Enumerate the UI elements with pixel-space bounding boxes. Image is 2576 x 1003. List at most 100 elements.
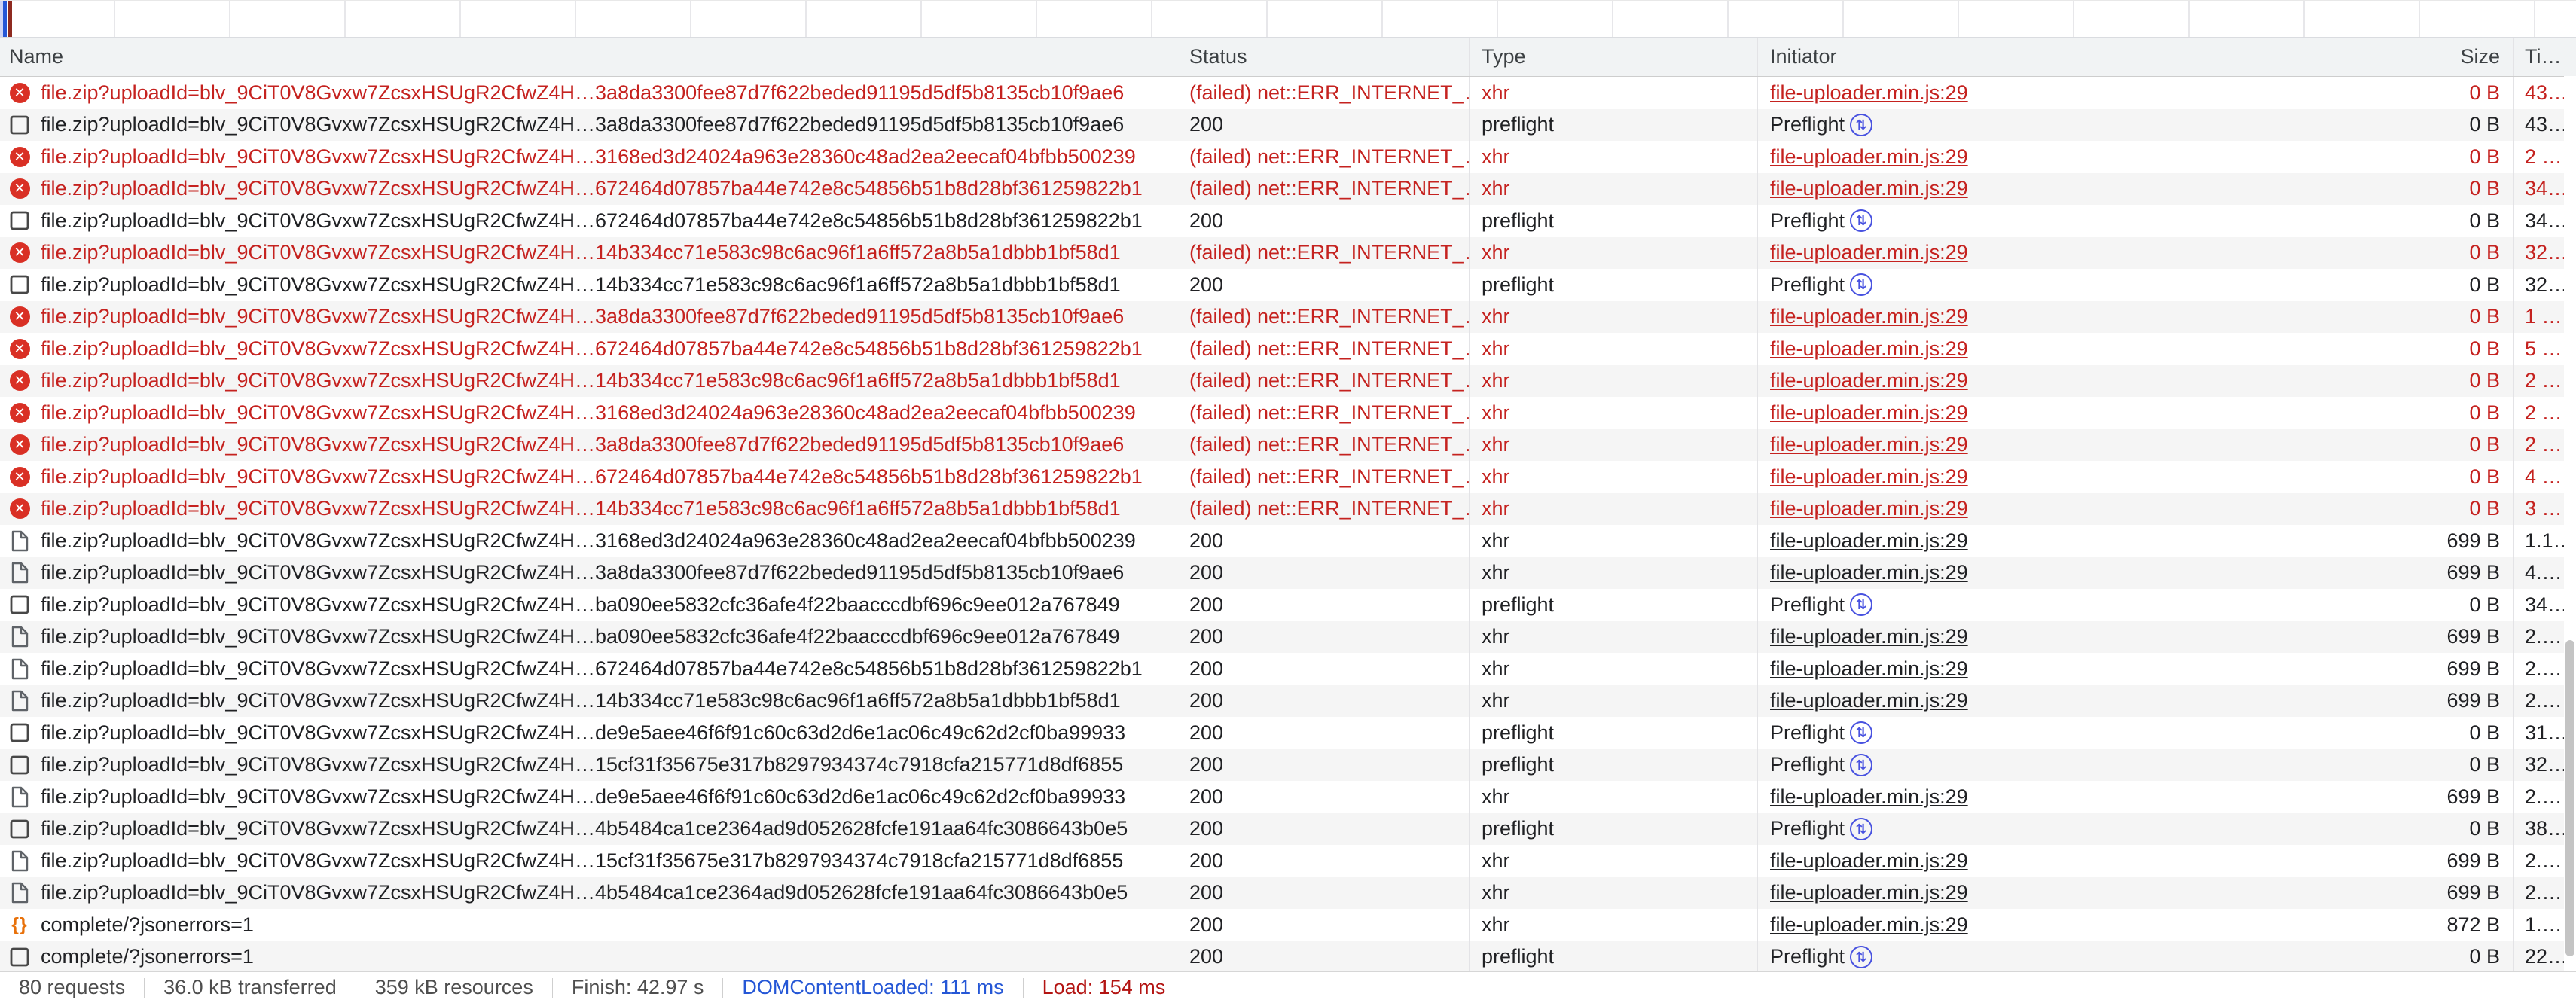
request-row[interactable]: ✕file.zip?uploadId=blv_9CiT0V8Gvxw7ZcsxH… — [0, 141, 2576, 173]
status-cell: 200 — [1177, 269, 1470, 301]
request-name: file.zip?uploadId=blv_9CiT0V8Gvxw7ZcsxHS… — [41, 81, 1124, 105]
request-name: file.zip?uploadId=blv_9CiT0V8Gvxw7ZcsxHS… — [41, 401, 1136, 425]
dcl-event-line — [3, 1, 7, 37]
network-overview-timeline[interactable] — [0, 0, 2576, 38]
scrollbar-thumb[interactable] — [2565, 640, 2574, 956]
initiator-link[interactable]: file-uploader.min.js:29 — [1770, 561, 1968, 584]
initiator-link[interactable]: file-uploader.min.js:29 — [1770, 881, 1968, 904]
preflight-icon[interactable]: ⇅ — [1850, 946, 1872, 968]
initiator-link[interactable]: file-uploader.min.js:29 — [1770, 785, 1968, 809]
initiator-cell: file-uploader.min.js:29 — [1758, 301, 2227, 334]
time-cell: 32… — [2514, 237, 2564, 270]
request-row[interactable]: ✕file.zip?uploadId=blv_9CiT0V8Gvxw7ZcsxH… — [0, 237, 2576, 270]
initiator-link[interactable]: file-uploader.min.js:29 — [1770, 625, 1968, 648]
preflight-icon[interactable]: ⇅ — [1850, 754, 1872, 776]
request-row[interactable]: ✕file.zip?uploadId=blv_9CiT0V8Gvxw7ZcsxH… — [0, 429, 2576, 462]
status-cell: 200 — [1177, 653, 1470, 685]
request-name: file.zip?uploadId=blv_9CiT0V8Gvxw7ZcsxHS… — [41, 849, 1123, 873]
request-row[interactable]: file.zip?uploadId=blv_9CiT0V8Gvxw7ZcsxHS… — [0, 557, 2576, 590]
column-header-initiator[interactable]: Initiator — [1758, 38, 2227, 76]
request-row[interactable]: ✕file.zip?uploadId=blv_9CiT0V8Gvxw7ZcsxH… — [0, 461, 2576, 493]
initiator-cell: file-uploader.min.js:29 — [1758, 909, 2227, 941]
initiator-link[interactable]: file-uploader.min.js:29 — [1770, 497, 1968, 520]
column-header-time[interactable]: Ti… — [2514, 38, 2564, 76]
initiator-cell: file-uploader.min.js:29 — [1758, 141, 2227, 173]
request-row[interactable]: file.zip?uploadId=blv_9CiT0V8Gvxw7ZcsxHS… — [0, 877, 2576, 910]
column-header-size[interactable]: Size — [2227, 38, 2514, 76]
request-row[interactable]: file.zip?uploadId=blv_9CiT0V8Gvxw7ZcsxHS… — [0, 109, 2576, 142]
preflight-icon[interactable]: ⇅ — [1850, 818, 1872, 840]
initiator-link[interactable]: file-uploader.min.js:29 — [1770, 369, 1968, 392]
request-row[interactable]: file.zip?uploadId=blv_9CiT0V8Gvxw7ZcsxHS… — [0, 525, 2576, 557]
initiator-link[interactable]: file-uploader.min.js:29 — [1770, 529, 1968, 553]
request-row[interactable]: ✕file.zip?uploadId=blv_9CiT0V8Gvxw7ZcsxH… — [0, 301, 2576, 334]
initiator-link[interactable]: file-uploader.min.js:29 — [1770, 657, 1968, 681]
name-cell: ✕file.zip?uploadId=blv_9CiT0V8Gvxw7ZcsxH… — [0, 141, 1177, 173]
type-cell: xhr — [1470, 173, 1758, 206]
initiator-link[interactable]: file-uploader.min.js:29 — [1770, 305, 1968, 328]
request-row[interactable]: file.zip?uploadId=blv_9CiT0V8Gvxw7ZcsxHS… — [0, 205, 2576, 237]
preflight-request-icon — [9, 723, 30, 742]
preflight-icon[interactable]: ⇅ — [1850, 593, 1872, 616]
request-row[interactable]: {}complete/?jsonerrors=1200xhrfile-uploa… — [0, 909, 2576, 941]
request-row[interactable]: file.zip?uploadId=blv_9CiT0V8Gvxw7ZcsxHS… — [0, 653, 2576, 685]
request-row[interactable]: file.zip?uploadId=blv_9CiT0V8Gvxw7ZcsxHS… — [0, 749, 2576, 782]
initiator-link[interactable]: file-uploader.min.js:29 — [1770, 913, 1968, 937]
initiator-link[interactable]: file-uploader.min.js:29 — [1770, 849, 1968, 873]
preflight-icon[interactable]: ⇅ — [1850, 721, 1872, 744]
initiator-cell: file-uploader.min.js:29 — [1758, 77, 2227, 109]
column-header-type[interactable]: Type — [1470, 38, 1758, 76]
initiator-link[interactable]: file-uploader.min.js:29 — [1770, 465, 1968, 489]
name-cell: ✕file.zip?uploadId=blv_9CiT0V8Gvxw7ZcsxH… — [0, 333, 1177, 365]
failed-icon: ✕ — [9, 306, 30, 327]
request-row[interactable]: ✕file.zip?uploadId=blv_9CiT0V8Gvxw7ZcsxH… — [0, 173, 2576, 206]
failed-icon: ✕ — [9, 467, 30, 487]
size-cell: 0 B — [2227, 269, 2514, 301]
request-row[interactable]: file.zip?uploadId=blv_9CiT0V8Gvxw7ZcsxHS… — [0, 717, 2576, 749]
preflight-icon[interactable]: ⇅ — [1850, 209, 1872, 232]
time-cell: 2 … — [2514, 397, 2564, 429]
size-cell: 0 B — [2227, 813, 2514, 846]
initiator-link[interactable]: file-uploader.min.js:29 — [1770, 241, 1968, 264]
request-row[interactable]: complete/?jsonerrors=1200preflightPrefli… — [0, 941, 2576, 974]
initiator-cell: file-uploader.min.js:29 — [1758, 461, 2227, 493]
request-row[interactable]: file.zip?uploadId=blv_9CiT0V8Gvxw7ZcsxHS… — [0, 269, 2576, 301]
request-row[interactable]: ✕file.zip?uploadId=blv_9CiT0V8Gvxw7ZcsxH… — [0, 493, 2576, 526]
preflight-icon[interactable]: ⇅ — [1850, 114, 1872, 136]
size-cell: 0 B — [2227, 205, 2514, 237]
preflight-icon[interactable]: ⇅ — [1850, 273, 1872, 296]
column-header-status[interactable]: Status — [1177, 38, 1470, 76]
request-name: file.zip?uploadId=blv_9CiT0V8Gvxw7ZcsxHS… — [41, 689, 1121, 712]
name-cell: {}complete/?jsonerrors=1 — [0, 909, 1177, 941]
initiator-cell: file-uploader.min.js:29 — [1758, 877, 2227, 910]
initiator-link[interactable]: file-uploader.min.js:29 — [1770, 433, 1968, 456]
request-name: file.zip?uploadId=blv_9CiT0V8Gvxw7ZcsxHS… — [41, 209, 1143, 233]
status-cell: 200 — [1177, 909, 1470, 941]
request-name: file.zip?uploadId=blv_9CiT0V8Gvxw7ZcsxHS… — [41, 625, 1120, 648]
initiator-link[interactable]: file-uploader.min.js:29 — [1770, 145, 1968, 169]
type-cell: preflight — [1470, 205, 1758, 237]
request-row[interactable]: file.zip?uploadId=blv_9CiT0V8Gvxw7ZcsxHS… — [0, 621, 2576, 654]
initiator-link[interactable]: file-uploader.min.js:29 — [1770, 177, 1968, 200]
request-row[interactable]: ✕file.zip?uploadId=blv_9CiT0V8Gvxw7ZcsxH… — [0, 77, 2576, 109]
size-cell: 0 B — [2227, 77, 2514, 109]
size-cell: 0 B — [2227, 141, 2514, 173]
size-cell: 699 B — [2227, 845, 2514, 877]
request-row[interactable]: file.zip?uploadId=blv_9CiT0V8Gvxw7ZcsxHS… — [0, 589, 2576, 621]
request-row[interactable]: file.zip?uploadId=blv_9CiT0V8Gvxw7ZcsxHS… — [0, 813, 2576, 846]
vertical-scrollbar[interactable] — [2564, 76, 2576, 971]
size-cell: 0 B — [2227, 749, 2514, 782]
initiator-link[interactable]: file-uploader.min.js:29 — [1770, 337, 1968, 361]
request-row[interactable]: file.zip?uploadId=blv_9CiT0V8Gvxw7ZcsxHS… — [0, 845, 2576, 877]
request-row[interactable]: ✕file.zip?uploadId=blv_9CiT0V8Gvxw7ZcsxH… — [0, 333, 2576, 365]
status-cell: 200 — [1177, 589, 1470, 621]
initiator-link[interactable]: file-uploader.min.js:29 — [1770, 81, 1968, 105]
request-row[interactable]: ✕file.zip?uploadId=blv_9CiT0V8Gvxw7ZcsxH… — [0, 397, 2576, 429]
column-header-name[interactable]: Name — [0, 38, 1177, 76]
request-row[interactable]: ✕file.zip?uploadId=blv_9CiT0V8Gvxw7ZcsxH… — [0, 365, 2576, 398]
request-row[interactable]: file.zip?uploadId=blv_9CiT0V8Gvxw7ZcsxHS… — [0, 685, 2576, 718]
initiator-link[interactable]: file-uploader.min.js:29 — [1770, 401, 1968, 425]
size-cell: 0 B — [2227, 429, 2514, 462]
request-row[interactable]: file.zip?uploadId=blv_9CiT0V8Gvxw7ZcsxHS… — [0, 781, 2576, 813]
initiator-link[interactable]: file-uploader.min.js:29 — [1770, 689, 1968, 712]
